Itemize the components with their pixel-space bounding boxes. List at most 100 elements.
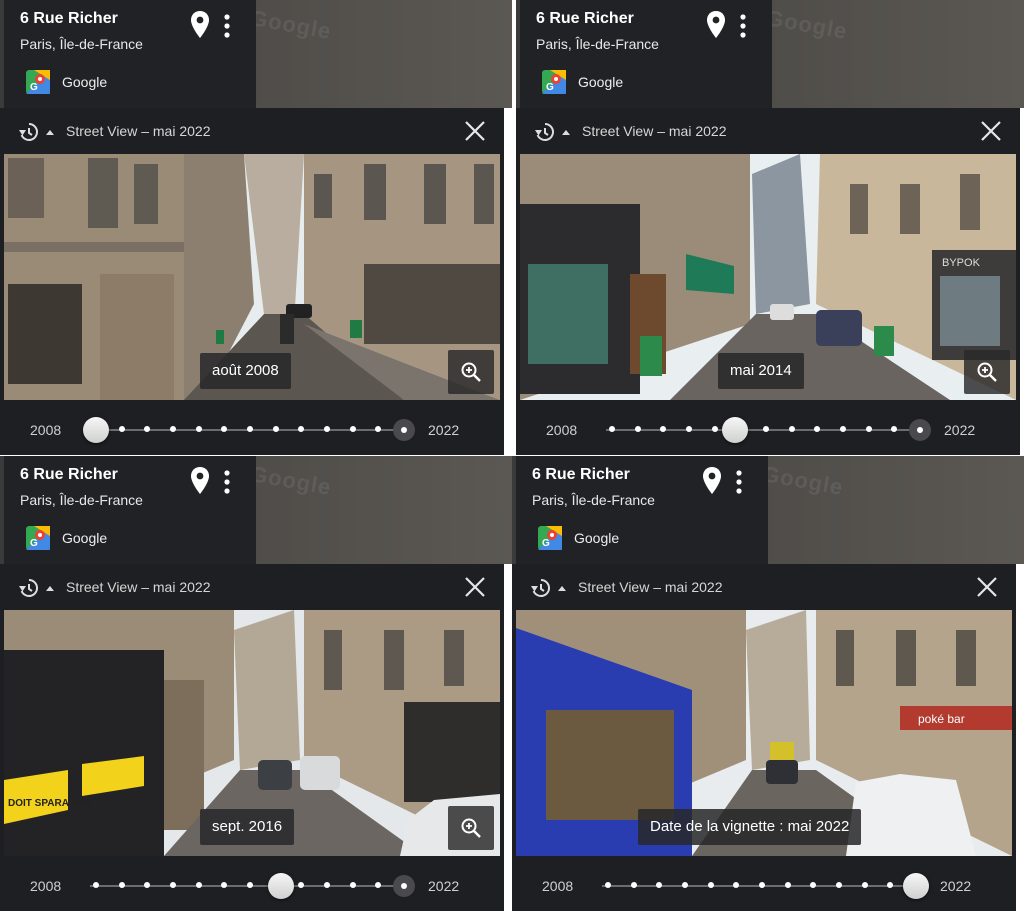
address-subtitle: Paris, Île-de-France: [536, 36, 659, 52]
slider-tick[interactable]: [865, 426, 872, 432]
slider-knob[interactable]: [903, 873, 929, 899]
slider-tick[interactable]: [324, 426, 330, 432]
slider-tick[interactable]: [759, 882, 765, 888]
street-view-photo[interactable]: poké bar Date de la vignette : mai 2022: [516, 610, 1012, 856]
slider-tick[interactable]: [247, 882, 253, 888]
slider-tick[interactable]: [814, 426, 821, 432]
location-pin-icon[interactable]: [188, 466, 212, 496]
history-icon[interactable]: [530, 577, 568, 599]
slider-tick[interactable]: [861, 882, 868, 888]
slider-tick[interactable]: [170, 426, 176, 432]
street-view-panel: Google 6 Rue Richer Paris, Île-de-France…: [0, 0, 512, 455]
location-pin-icon[interactable]: [704, 10, 728, 40]
slider-tick[interactable]: [733, 882, 740, 888]
slider-tick[interactable]: [93, 882, 99, 888]
time-slider: 2008 2022: [516, 408, 1020, 452]
slider-tick[interactable]: [840, 426, 846, 432]
slider-tick[interactable]: [634, 426, 641, 432]
slider-tick[interactable]: [118, 426, 125, 432]
street-view-panel: Google 6 Rue Richer Paris, Île-de-France…: [0, 456, 512, 911]
more-vert-icon[interactable]: [732, 468, 746, 496]
svg-text:G: G: [30, 82, 38, 93]
slider-tick[interactable]: [891, 426, 898, 432]
slider-tick[interactable]: [375, 426, 382, 432]
slider-tick[interactable]: [810, 882, 817, 888]
slider-tick[interactable]: [887, 882, 894, 888]
street-view-photo[interactable]: août 2008: [4, 154, 500, 400]
history-icon[interactable]: [534, 121, 572, 143]
slider-tick[interactable]: [195, 882, 202, 888]
location-pin-icon[interactable]: [700, 466, 724, 496]
slider-tick[interactable]: [272, 426, 279, 432]
slider-tick[interactable]: [195, 426, 202, 432]
slider-end-marker[interactable]: [909, 419, 931, 441]
address-title: 6 Rue Richer: [20, 10, 118, 27]
capture-date-label: août 2008: [200, 353, 291, 389]
slider-tick[interactable]: [660, 426, 667, 432]
slider-tick[interactable]: [170, 882, 176, 888]
slider-tick[interactable]: [375, 882, 382, 888]
street-view-title: Street View – mai 2022: [66, 579, 211, 595]
more-vert-icon[interactable]: [220, 12, 234, 40]
street-view-titlebar: Street View – mai 2022: [512, 564, 1016, 610]
slider-end-marker[interactable]: [393, 875, 415, 897]
street-view-photo[interactable]: DOIT SPARAITRE sept. 2016: [4, 610, 500, 856]
street-view-title: Street View – mai 2022: [582, 123, 727, 139]
slider-tick[interactable]: [605, 882, 611, 888]
close-icon[interactable]: [464, 120, 486, 142]
slider-tick[interactable]: [763, 426, 769, 432]
zoom-button[interactable]: [448, 350, 494, 394]
zoom-button[interactable]: [448, 806, 494, 850]
street-view-panel: Google 6 Rue Richer Paris, Île-de-France…: [512, 456, 1024, 911]
slider-end-year: 2022: [428, 422, 460, 438]
slider-tick[interactable]: [836, 882, 842, 888]
street-view-titlebar: Street View – mai 2022: [0, 108, 504, 154]
zoom-in-icon: [461, 362, 481, 382]
slider-tick[interactable]: [656, 882, 663, 888]
slider-tick[interactable]: [247, 426, 253, 432]
slider-tick[interactable]: [707, 882, 714, 888]
slider-tick[interactable]: [784, 882, 791, 888]
slider-tick[interactable]: [298, 882, 305, 888]
slider-tick[interactable]: [118, 882, 125, 888]
close-icon[interactable]: [980, 120, 1002, 142]
location-pin-icon[interactable]: [188, 10, 212, 40]
slider-knob[interactable]: [267, 873, 294, 899]
more-vert-icon[interactable]: [736, 12, 750, 40]
street-view-photo[interactable]: BYPOK mai 2014: [520, 154, 1016, 400]
slider-tick[interactable]: [686, 426, 692, 432]
google-maps-icon: G: [26, 526, 50, 550]
slider-tick[interactable]: [711, 426, 718, 432]
address-title: 6 Rue Richer: [20, 466, 118, 483]
slider-tick[interactable]: [144, 426, 151, 432]
slider-tick[interactable]: [298, 426, 305, 432]
slider-knob[interactable]: [722, 417, 749, 443]
slider-tick[interactable]: [349, 426, 356, 432]
time-slider: 2008 2022: [512, 864, 1016, 908]
google-maps-icon: G: [542, 70, 566, 94]
street-view-titlebar: Street View – mai 2022: [0, 564, 504, 610]
street-view-card: Street View – mai 2022 DOIT SPARAITRE se…: [0, 564, 504, 911]
slider-tick[interactable]: [144, 882, 151, 888]
slider-tick[interactable]: [788, 426, 795, 432]
close-icon[interactable]: [976, 576, 998, 598]
slider-tick[interactable]: [324, 882, 330, 888]
street-view-title: Street View – mai 2022: [66, 123, 211, 139]
history-icon[interactable]: [18, 121, 56, 143]
slider-end-marker[interactable]: [393, 419, 415, 441]
slider-tick[interactable]: [630, 882, 637, 888]
slider-tick[interactable]: [609, 426, 615, 432]
slider-tick[interactable]: [682, 882, 688, 888]
more-vert-icon[interactable]: [220, 468, 234, 496]
slider-tick[interactable]: [349, 882, 356, 888]
address-title: 6 Rue Richer: [532, 466, 630, 483]
history-icon[interactable]: [18, 577, 56, 599]
slider-knob[interactable]: [83, 417, 109, 443]
slider-tick[interactable]: [221, 882, 228, 888]
provider-label: Google: [574, 530, 620, 546]
slider-end-year: 2022: [428, 878, 460, 894]
close-icon[interactable]: [464, 576, 486, 598]
slider-tick[interactable]: [221, 426, 228, 432]
slider-start-year: 2008: [546, 422, 578, 438]
zoom-button[interactable]: [964, 350, 1010, 394]
